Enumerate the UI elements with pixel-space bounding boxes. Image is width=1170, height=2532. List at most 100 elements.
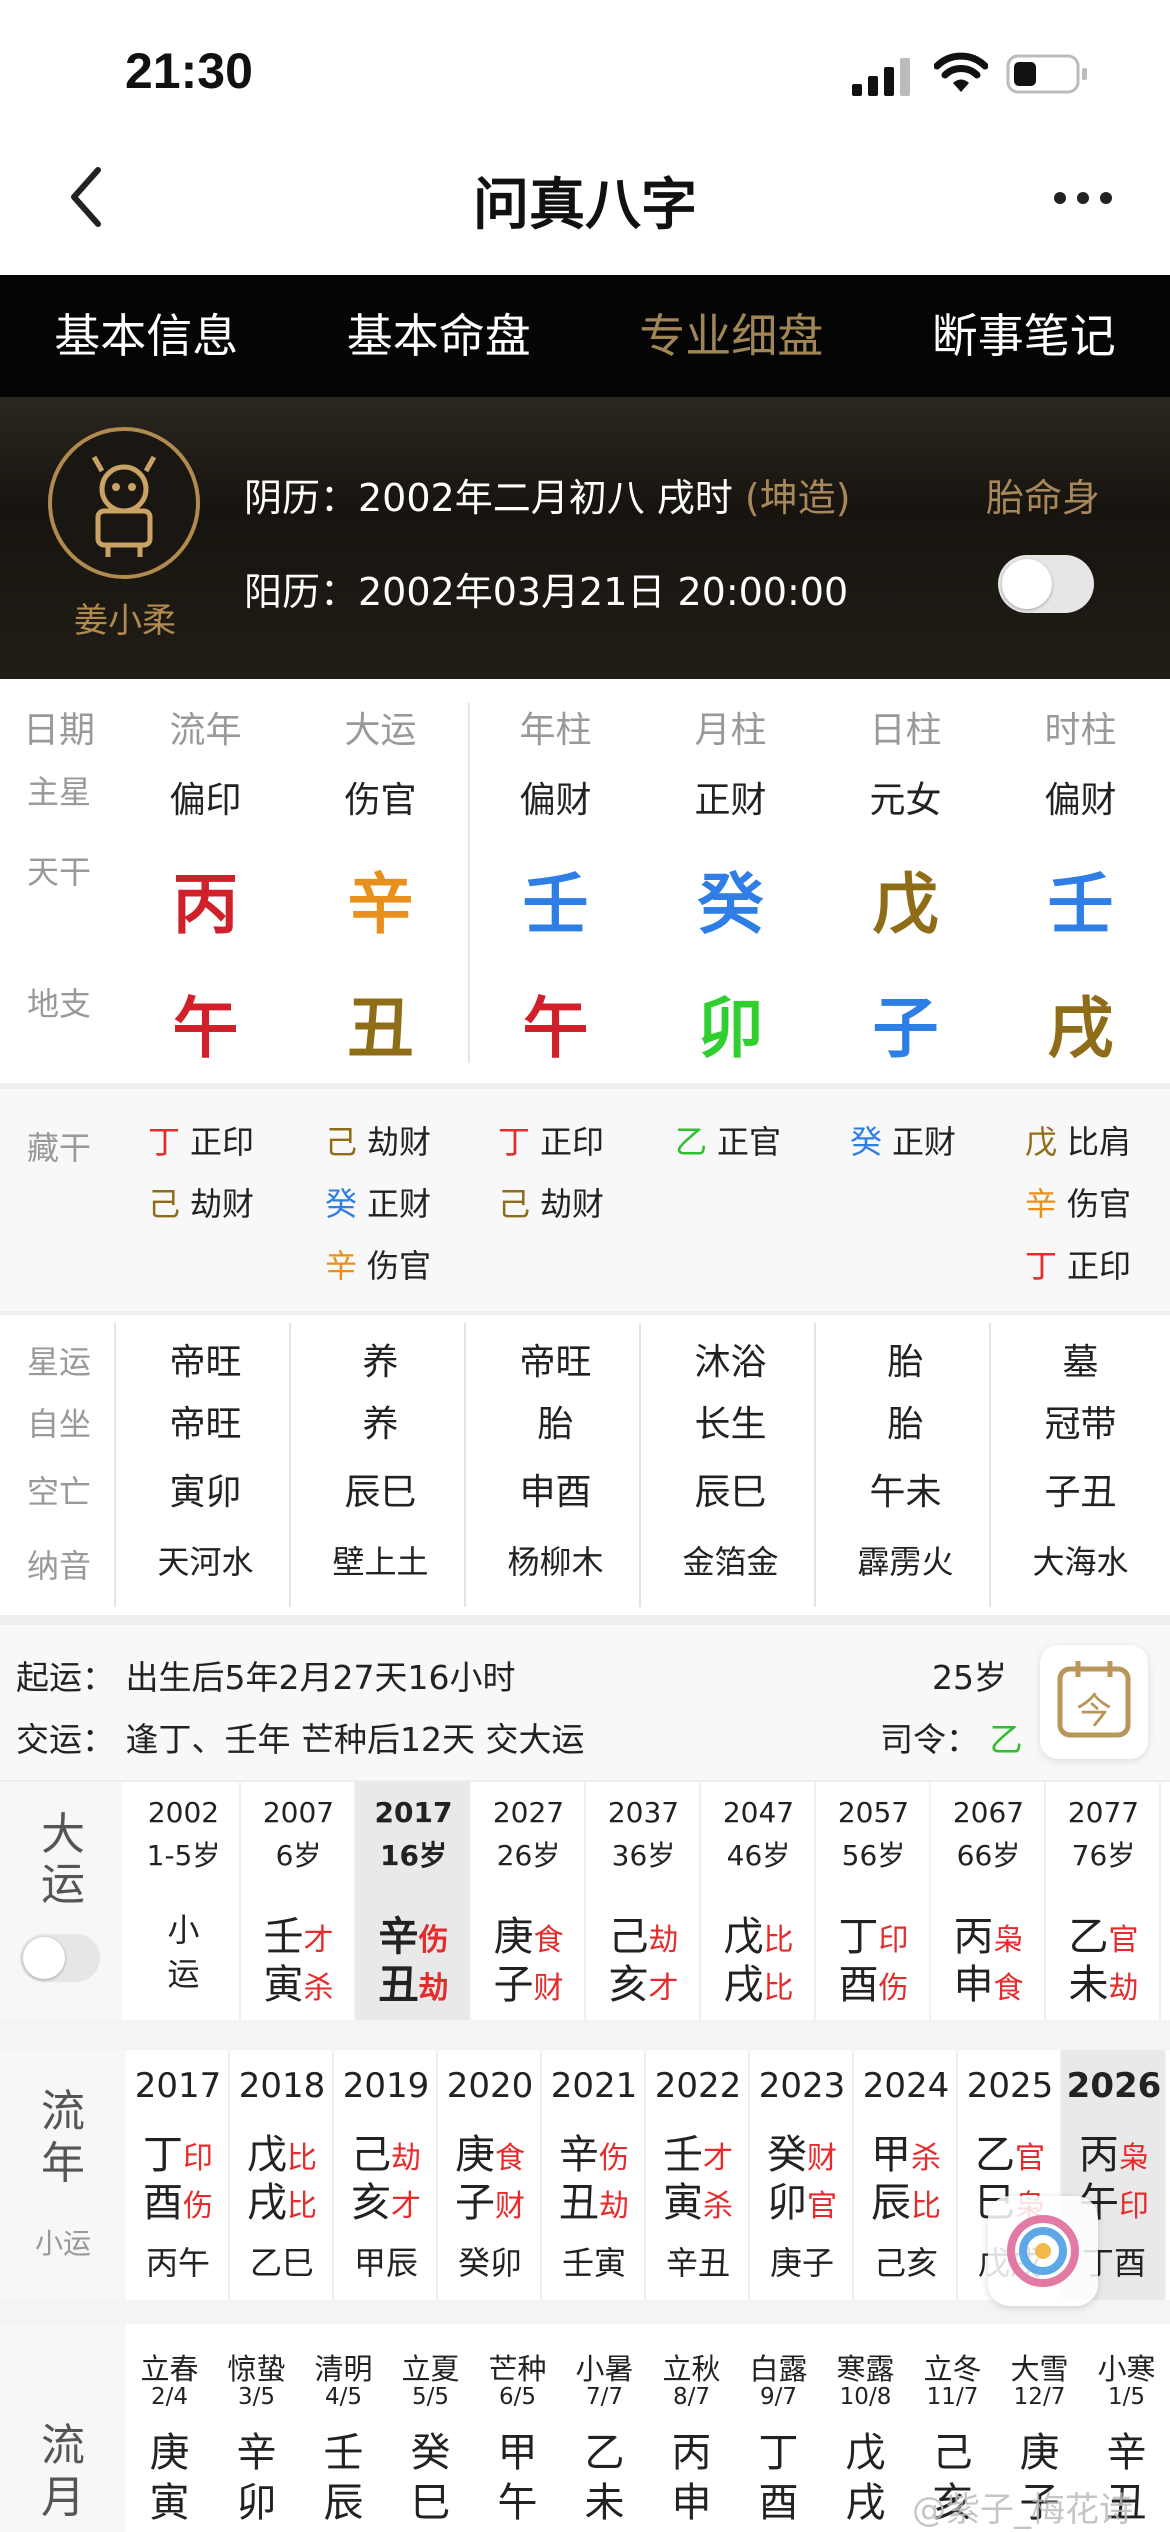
avatar[interactable] <box>48 427 200 579</box>
liuyue-item[interactable]: 芒种 6/5 甲午 <box>474 2324 561 2532</box>
dayun-item[interactable]: 2067 66岁 丙枭 申食 <box>931 1782 1046 2022</box>
pillar-head: 日柱 <box>869 710 942 751</box>
hidden-stem-item: 己劫财 <box>148 1179 254 1225</box>
liuyue-term: 立春 <box>140 2352 199 2386</box>
liuyue-item[interactable]: 惊蛰 3/5 辛卯 <box>213 2324 300 2532</box>
stars-section: 星运 自坐 空亡 纳音 帝旺 帝旺 寅卯 天河水养养辰巳 壁上土 帝旺胎申酉 杨柳木 沐浴 长生 辰巳 金箔… <box>0 1315 1170 1615</box>
pillar-branch[interactable]: 午 <box>118 975 293 1071</box>
status-time: 21:30 <box>125 43 253 99</box>
dayun-label-panel: 大运 <box>0 1782 122 2022</box>
liunian-ganzhi: 酉 <box>143 2180 183 2226</box>
pillar-stem[interactable]: 丙 <box>118 851 293 947</box>
pillar-branch[interactable]: 卯 <box>643 975 818 1071</box>
taiming-toggle[interactable] <box>998 555 1094 613</box>
liunian-item[interactable]: 2021 辛伤 丑劫 壬寅 <box>542 2050 646 2300</box>
pillars-table: 日期 主星 天干 地支 流年 偏印丙午 大运 伤官辛丑 年柱 偏财壬午 月柱 正财癸卯 日柱 元女戊子 时柱… <box>0 679 1170 1083</box>
aperture-icon <box>1007 2215 1079 2287</box>
tab-notes[interactable]: 断事笔记 <box>878 275 1170 397</box>
dayun-item[interactable]: 2002 1-5岁 小运 <box>126 1782 241 2022</box>
liunian-item[interactable]: 2022 壬才 寅杀 辛丑 <box>646 2050 750 2300</box>
liunian-item[interactable]: 2023 癸财 卯官 庚子 <box>750 2050 854 2300</box>
liuyue-zhi: 寅 <box>149 2480 190 2526</box>
stars-cell: 天河水 <box>157 1543 254 1581</box>
dayun-item[interactable]: 2017 16岁 辛伤 丑劫 <box>356 1782 471 2022</box>
pillar-stem[interactable]: 戊 <box>818 851 993 947</box>
dayun-age: 26岁 <box>496 1839 561 1872</box>
dayun-item[interactable]: 2057 56岁 丁印 酉伤 <box>816 1782 931 2022</box>
liuyue-term: 小暑 <box>575 2352 634 2386</box>
stars-cell: 胎 <box>887 1404 924 1445</box>
liuyue-item[interactable]: 清明 4/5 壬辰 <box>300 2324 387 2532</box>
dayun-item[interactable]: 2027 26岁 庚食 子财 <box>471 1782 586 2022</box>
liunian-item[interactable]: 2019 己劫 亥才 甲辰 <box>334 2050 438 2300</box>
dayun-year: 2067 <box>952 1796 1025 1829</box>
tab-pro-chart[interactable]: 专业细盘 <box>585 275 878 397</box>
hidden-stem-god: 正官 <box>717 1123 782 1161</box>
stars-cell: 壁上土 <box>332 1543 429 1581</box>
liunian-item[interactable]: 2017 丁印 酉伤 丙午 <box>126 2050 230 2300</box>
liuyue-item[interactable]: 立秋 8/7 丙申 <box>648 2324 735 2532</box>
dayun-ganzhi: 寅 <box>263 1962 304 2008</box>
hidden-stem-item: 己劫财 <box>325 1117 431 1163</box>
pillar-branch[interactable]: 丑 <box>293 975 468 1071</box>
liunian-year: 2019 <box>342 2066 430 2106</box>
liuyue-term: 白露 <box>749 2352 808 2386</box>
liuyue-date: 3/5 <box>237 2384 275 2410</box>
dayun-item[interactable]: 2047 46岁 戊比 戌比 <box>701 1782 816 2022</box>
siling-value: 乙 <box>989 1720 1023 1759</box>
liunian-item[interactable]: 2024 甲杀 辰比 己亥 <box>854 2050 958 2300</box>
pillar-branch[interactable]: 子 <box>818 975 993 1071</box>
liunian-ganzhi-row: 卯官 <box>750 2170 854 2228</box>
liuyue-item[interactable]: 立夏 5/5 癸巳 <box>387 2324 474 2532</box>
dayun-item[interactable]: 2037 36岁 己劫 亥才 <box>586 1782 701 2022</box>
pillar-stem[interactable]: 癸 <box>643 851 818 947</box>
column-divider <box>114 1323 116 1607</box>
pillar-branch[interactable]: 午 <box>468 975 643 1071</box>
pillar-main-star: 偏印 <box>169 780 242 821</box>
liuyue-zhi: 巳 <box>410 2480 451 2526</box>
pillar-stem[interactable]: 壬 <box>468 851 643 947</box>
qiyun-section: 起运： 出生后5年2月27天16小时 25岁 交运： 逢丁、壬年 芒种后12天 … <box>0 1625 1170 1780</box>
liuyue-date: 2/4 <box>150 2384 188 2410</box>
dayun-ganzhi-row: 酉伤 <box>816 1952 931 2010</box>
dayun-item[interactable]: 2077 76岁 乙官 未劫 <box>1046 1782 1161 2022</box>
dayun-ganzhi: 子 <box>493 1962 534 2008</box>
hidden-stem-item: 乙正官 <box>675 1117 781 1163</box>
liunian-ganzhi: 亥 <box>351 2180 391 2226</box>
today-button[interactable]: 今 <box>1040 1645 1148 1759</box>
liuyue-item[interactable]: 白露 9/7 丁酉 <box>735 2324 822 2532</box>
liuyue-item[interactable]: 寒露 10/8 戊戌 <box>822 2324 909 2532</box>
taiming-label[interactable]: 胎命身 <box>986 467 1100 522</box>
dayun-ganzhi-row: 未劫 <box>1046 1952 1161 2010</box>
dayun-year: 2007 <box>262 1796 335 1829</box>
hidden-stem-item: 丁正印 <box>498 1117 604 1163</box>
solar-date: 阳历：2002年03月21日 20:00:00 <box>244 570 849 614</box>
liuyue-item[interactable]: 立春 2/4 庚寅 <box>126 2324 213 2532</box>
more-icon[interactable] <box>1052 188 1114 208</box>
hidden-stem-gan: 己 <box>498 1185 531 1223</box>
stars-cell: 子丑 <box>1044 1472 1117 1513</box>
tab-basic-chart[interactable]: 基本命盘 <box>293 275 586 397</box>
dayun-year: 2047 <box>722 1796 795 1829</box>
pillar-main-star: 正财 <box>694 780 767 821</box>
pillar-branch[interactable]: 戌 <box>993 975 1168 1071</box>
nav-bar: 问真八字 <box>0 140 1170 275</box>
dayun-item[interactable]: 2007 6岁 壬才 寅杀 <box>241 1782 356 2022</box>
pillar-stem[interactable]: 壬 <box>993 851 1168 947</box>
qiyun-age: 25岁 <box>932 1658 1007 1697</box>
stars-cell: 大海水 <box>1032 1543 1129 1581</box>
pillar-stem[interactable]: 辛 <box>293 851 468 947</box>
liuyue-term: 芒种 <box>488 2352 547 2386</box>
liunian-year: 2022 <box>654 2066 742 2106</box>
liunian-item[interactable]: 2018 戊比 戌比 乙巳 <box>230 2050 334 2300</box>
tab-basic-info[interactable]: 基本信息 <box>0 275 293 397</box>
liuyue-item[interactable]: 小暑 7/7 乙未 <box>561 2324 648 2532</box>
liunian-xiaoyun: 辛丑 <box>665 2244 730 2282</box>
dayun-ganzhi-row: 寅杀 <box>241 1952 356 2010</box>
hidden-stem-gan: 丁 <box>148 1123 181 1161</box>
dayun-toggle[interactable] <box>20 1934 100 1982</box>
stars-row-label: 自坐 <box>26 1405 91 1443</box>
float-button[interactable] <box>988 2196 1098 2306</box>
liunian-item[interactable]: 2020 庚食 子财 癸卯 <box>438 2050 542 2300</box>
liuyue-zhi: 辰 <box>323 2480 364 2526</box>
